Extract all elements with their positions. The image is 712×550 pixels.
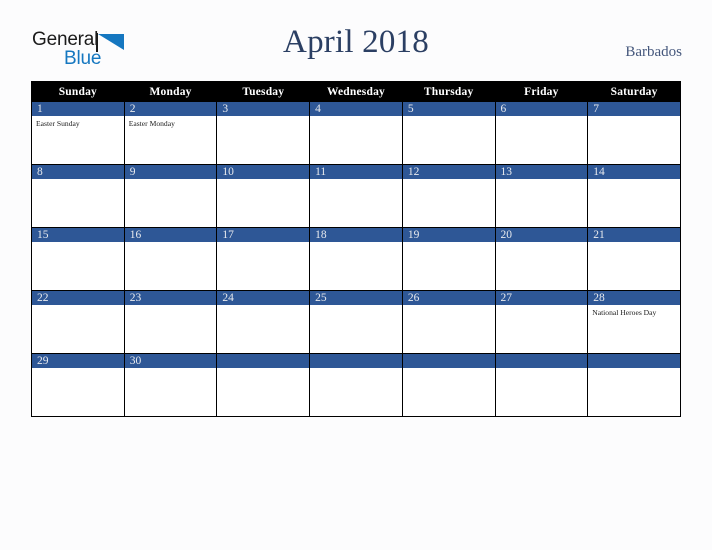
day-number: 6 bbox=[495, 102, 588, 116]
holiday-label: Easter Monday bbox=[128, 119, 175, 128]
day-number: 12 bbox=[402, 165, 495, 179]
day-number bbox=[310, 354, 402, 368]
calendar-day-cell[interactable]: 13 bbox=[494, 164, 589, 228]
day-number bbox=[588, 354, 680, 368]
weekday-header-wednesday: Wednesday bbox=[309, 81, 403, 102]
calendar-day-cell[interactable]: 9 bbox=[123, 164, 218, 228]
day-number: 4 bbox=[310, 102, 402, 116]
day-number: 15 bbox=[32, 228, 124, 242]
calendar-week-row: 1 Easter Sunday 2 Easter Monday 3 4 5 6 7 bbox=[31, 101, 681, 165]
day-number: 11 bbox=[310, 165, 402, 179]
calendar-table: Sunday Monday Tuesday Wednesday Thursday… bbox=[31, 81, 681, 417]
day-number: 28 bbox=[588, 291, 680, 305]
calendar-day-cell[interactable]: 18 bbox=[309, 227, 403, 291]
day-number: 21 bbox=[588, 228, 680, 242]
day-number: 23 bbox=[124, 291, 217, 305]
day-number: 19 bbox=[402, 228, 495, 242]
calendar-day-cell[interactable]: 11 bbox=[309, 164, 403, 228]
calendar-day-cell[interactable]: 5 bbox=[401, 101, 496, 165]
page-header: General Blue April 2018 Barbados bbox=[0, 0, 712, 82]
calendar-week-row: 29 30 bbox=[31, 353, 681, 417]
holiday-label: National Heroes Day bbox=[592, 308, 657, 317]
calendar-day-cell[interactable]: 22 bbox=[31, 290, 125, 354]
calendar-day-cell[interactable]: 4 bbox=[309, 101, 403, 165]
day-number: 8 bbox=[32, 165, 124, 179]
day-events: National Heroes Day bbox=[588, 305, 680, 318]
calendar-day-cell[interactable]: 16 bbox=[123, 227, 218, 291]
calendar-empty-cell[interactable] bbox=[309, 353, 403, 417]
weekday-header-thursday: Thursday bbox=[401, 81, 496, 102]
calendar-week-row: 8 9 10 11 12 13 14 bbox=[31, 164, 681, 228]
calendar-body: 1 Easter Sunday 2 Easter Monday 3 4 5 6 7 8 9 10 11 1… bbox=[31, 101, 681, 417]
holiday-label: Easter Sunday bbox=[36, 119, 80, 128]
calendar-day-cell[interactable]: 12 bbox=[401, 164, 496, 228]
calendar-day-cell[interactable]: 7 bbox=[587, 101, 681, 165]
calendar-day-cell[interactable]: 27 bbox=[494, 290, 589, 354]
day-number: 17 bbox=[217, 228, 310, 242]
day-events: Easter Sunday bbox=[32, 116, 124, 129]
day-events: Easter Monday bbox=[125, 116, 217, 129]
weekday-header-tuesday: Tuesday bbox=[216, 81, 311, 102]
calendar-day-cell[interactable]: 1 Easter Sunday bbox=[31, 101, 125, 165]
calendar-day-cell[interactable]: 2 Easter Monday bbox=[123, 101, 218, 165]
calendar-week-row: 15 16 17 18 19 20 21 bbox=[31, 227, 681, 291]
page-title: April 2018 bbox=[283, 24, 429, 60]
calendar-empty-cell[interactable] bbox=[401, 353, 496, 417]
calendar-day-cell[interactable]: 6 bbox=[494, 101, 589, 165]
calendar-empty-cell[interactable] bbox=[216, 353, 311, 417]
calendar-week-row: 22 23 24 25 26 27 28 National Heroes Day bbox=[31, 290, 681, 354]
calendar-day-cell[interactable]: 14 bbox=[587, 164, 681, 228]
weekday-header-sunday: Sunday bbox=[31, 81, 125, 102]
calendar-empty-cell[interactable] bbox=[494, 353, 589, 417]
calendar-day-cell[interactable]: 15 bbox=[31, 227, 125, 291]
day-number bbox=[402, 354, 495, 368]
day-number: 22 bbox=[32, 291, 124, 305]
day-number: 7 bbox=[588, 102, 680, 116]
day-number bbox=[495, 354, 588, 368]
day-number: 24 bbox=[217, 291, 310, 305]
calendar-day-cell[interactable]: 24 bbox=[216, 290, 311, 354]
weekday-header-monday: Monday bbox=[123, 81, 218, 102]
day-number: 27 bbox=[495, 291, 588, 305]
calendar-day-cell[interactable]: 23 bbox=[123, 290, 218, 354]
calendar-day-cell[interactable]: 17 bbox=[216, 227, 311, 291]
day-number: 9 bbox=[124, 165, 217, 179]
calendar-day-cell[interactable]: 19 bbox=[401, 227, 496, 291]
calendar-day-cell[interactable]: 3 bbox=[216, 101, 311, 165]
weekday-header-friday: Friday bbox=[494, 81, 589, 102]
day-number: 25 bbox=[310, 291, 402, 305]
day-number: 13 bbox=[495, 165, 588, 179]
day-number: 29 bbox=[32, 354, 124, 368]
calendar-day-cell[interactable]: 28 National Heroes Day bbox=[587, 290, 681, 354]
calendar-day-cell[interactable]: 29 bbox=[31, 353, 125, 417]
calendar-day-cell[interactable]: 10 bbox=[216, 164, 311, 228]
weekday-header-row: Sunday Monday Tuesday Wednesday Thursday… bbox=[31, 81, 681, 102]
calendar-day-cell[interactable]: 25 bbox=[309, 290, 403, 354]
calendar-day-cell[interactable]: 30 bbox=[123, 353, 218, 417]
day-number: 2 bbox=[124, 102, 217, 116]
day-number: 20 bbox=[495, 228, 588, 242]
calendar-day-cell[interactable]: 21 bbox=[587, 227, 681, 291]
calendar-day-cell[interactable]: 8 bbox=[31, 164, 125, 228]
day-number: 14 bbox=[588, 165, 680, 179]
day-number: 10 bbox=[217, 165, 310, 179]
day-number: 1 bbox=[32, 102, 124, 116]
day-number: 3 bbox=[217, 102, 310, 116]
country-label: Barbados bbox=[625, 44, 682, 60]
calendar-day-cell[interactable]: 26 bbox=[401, 290, 496, 354]
day-number bbox=[217, 354, 310, 368]
day-number: 5 bbox=[402, 102, 495, 116]
day-number: 26 bbox=[402, 291, 495, 305]
day-number: 18 bbox=[310, 228, 402, 242]
calendar-day-cell[interactable]: 20 bbox=[494, 227, 589, 291]
weekday-header-saturday: Saturday bbox=[587, 81, 681, 102]
calendar-empty-cell[interactable] bbox=[587, 353, 681, 417]
day-number: 30 bbox=[124, 354, 217, 368]
day-number: 16 bbox=[124, 228, 217, 242]
